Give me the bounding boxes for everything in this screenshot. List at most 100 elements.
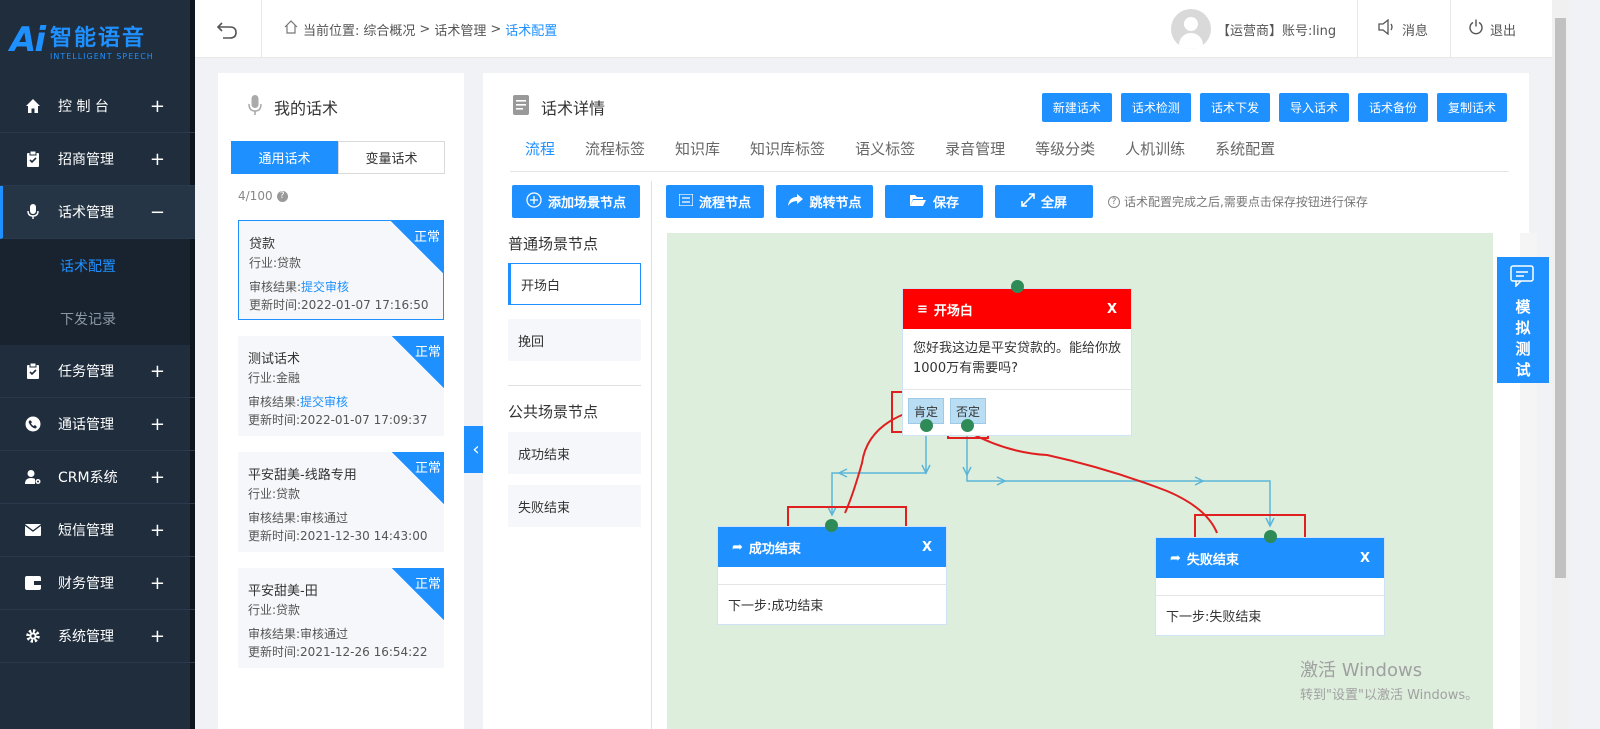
sidebar-subitem-script-config[interactable]: 话术配置	[0, 239, 195, 292]
speaker-icon	[1378, 18, 1396, 39]
script-card[interactable]: 正常 平安甜美-田 行业:贷款 审核结果:审核通过 更新时间:2021-12-2…	[238, 568, 444, 668]
breadcrumb-item[interactable]: 综合概况	[363, 20, 415, 39]
audit-link[interactable]: 提交审核	[301, 280, 349, 294]
clipboard-check-icon	[24, 362, 42, 380]
status-badge-text: 正常	[413, 230, 440, 245]
connector-dot[interactable]	[961, 419, 974, 432]
script-count: 4/100 ?	[238, 189, 288, 203]
sidebar-item-label: CRM系统	[58, 470, 118, 486]
tab-flow-tags[interactable]: 流程标签	[570, 139, 660, 171]
chat-icon	[1510, 265, 1536, 293]
panel-title-text: 话术详情	[541, 99, 606, 118]
sidebar-item-system[interactable]: 系统管理 +	[0, 610, 195, 663]
back-icon[interactable]	[215, 17, 239, 41]
simulate-test-button[interactable]: 模拟测试	[1497, 257, 1549, 383]
backup-script-button[interactable]: 话术备份	[1357, 93, 1428, 122]
sidebar-item-label: 财务管理	[58, 576, 114, 592]
sidebar-item-label: 通话管理	[58, 417, 114, 433]
sidebar-item-crm[interactable]: CRM系统 +	[0, 451, 195, 504]
script-card[interactable]: 正常 测试话术 行业:金融 审核结果:提交审核 更新时间:2022-01-07 …	[238, 336, 444, 436]
folder-open-icon	[909, 193, 927, 211]
tab-flow[interactable]: 流程	[510, 139, 570, 171]
close-icon[interactable]: X	[922, 540, 932, 555]
connector-dot[interactable]	[920, 419, 933, 432]
sidebar-item-label: 系统管理	[58, 629, 114, 645]
tab-system-config[interactable]: 系统配置	[1200, 139, 1290, 171]
flow-canvas[interactable]: ≡ 开场白 X 您好我这边是平安贷款的。能给你放1000万有需要吗? 肯定 否定 …	[667, 233, 1493, 729]
flow-node-success[interactable]: ➦ 成功结束 X 下一步:成功结束	[717, 526, 947, 625]
sidebar-item-scripts[interactable]: 话术管理 −	[0, 186, 195, 239]
script-updated: 更新时间:2022-01-07 17:16:50	[249, 298, 429, 312]
audit-label: 审核结果:	[248, 395, 301, 409]
sidebar-item-sms[interactable]: 短信管理 +	[0, 504, 195, 557]
audit-label: 审核结果:	[249, 280, 302, 294]
envelope-icon	[24, 521, 42, 539]
audit-value: 审核通过	[300, 511, 349, 525]
new-script-button[interactable]: 新建话术	[1041, 93, 1112, 122]
copy-script-button[interactable]: 复制话术	[1436, 93, 1507, 122]
expand-icon: +	[149, 95, 165, 117]
expand-icon: +	[149, 466, 165, 488]
status-badge-text: 正常	[414, 577, 441, 592]
connector-dot[interactable]	[1011, 280, 1024, 293]
sidebar-subitem-dispatch-log[interactable]: 下发记录	[0, 292, 195, 345]
scene-node-opening[interactable]: 开场白	[508, 263, 641, 305]
scene-node-retain[interactable]: 挽回	[508, 319, 641, 361]
flow-node-header[interactable]: ➦ 失败结束 X	[1156, 538, 1384, 578]
tab-knowledge-tags[interactable]: 知识库标签	[735, 139, 840, 171]
tab-semantic-tags[interactable]: 语义标签	[840, 139, 930, 171]
check-script-button[interactable]: 话术检测	[1120, 93, 1191, 122]
fullscreen-button[interactable]: 全屏	[995, 185, 1093, 218]
script-card[interactable]: 正常 平安甜美-线路专用 行业:贷款 审核结果:审核通过 更新时间:2021-1…	[238, 452, 444, 552]
top-bar: 当前位置: 综合概况 > 话术管理 > 话术配置 【运营商】账号:ling 消息…	[195, 0, 1552, 58]
connector-dot[interactable]	[825, 519, 838, 532]
tab-variable-scripts[interactable]: 变量话术	[338, 141, 445, 174]
connector-dot[interactable]	[1264, 530, 1277, 543]
chevron-left-icon: ‹	[472, 439, 480, 460]
tab-knowledge-base[interactable]: 知识库	[660, 139, 735, 171]
flow-node-fail[interactable]: ➦ 失败结束 X 下一步:失败结束	[1155, 537, 1385, 636]
share-arrow-icon: ➦	[1170, 550, 1181, 566]
breadcrumb-separator: >	[419, 21, 431, 37]
add-scene-node-button[interactable]: 添加场景节点	[512, 185, 640, 218]
scrollbar-thumb[interactable]	[1555, 18, 1566, 578]
windows-watermark: 激活 Windows 转到"设置"以激活 Windows。	[1300, 656, 1478, 703]
breadcrumb-item[interactable]: 话术管理	[434, 20, 486, 39]
sidebar-item-merchant[interactable]: 招商管理 +	[0, 133, 195, 186]
tab-general-scripts[interactable]: 通用话术	[231, 141, 338, 174]
tab-grade-classification[interactable]: 等级分类	[1020, 139, 1110, 171]
home-outline-icon[interactable]	[283, 19, 299, 39]
tab-training[interactable]: 人机训练	[1110, 139, 1200, 171]
flow-node-header[interactable]: ≡ 开场白 X	[903, 289, 1131, 329]
help-icon[interactable]: ?	[276, 190, 288, 202]
jump-node-button[interactable]: 跳转节点	[776, 185, 873, 218]
flow-node-content: 您好我这边是平安贷款的。能给你放1000万有需要吗?	[903, 329, 1131, 390]
save-button[interactable]: 保存	[885, 185, 983, 218]
user-info[interactable]: 【运营商】账号:ling	[1171, 9, 1336, 49]
tab-recordings[interactable]: 录音管理	[930, 139, 1020, 171]
audit-link[interactable]: 提交审核	[300, 395, 348, 409]
topbar-divider	[1450, 0, 1451, 58]
scene-node-fail-end[interactable]: 失败结束	[508, 485, 641, 527]
scene-node-success-end[interactable]: 成功结束	[508, 432, 641, 474]
sidebar-item-calls[interactable]: 通话管理 +	[0, 398, 195, 451]
dispatch-script-button[interactable]: 话术下发	[1199, 93, 1270, 122]
flow-node-button[interactable]: 流程节点	[666, 185, 764, 218]
sidebar-item-tasks[interactable]: 任务管理 +	[0, 345, 195, 398]
page-scrollbar[interactable]	[1552, 0, 1569, 729]
sidebar-item-label: 招商管理	[58, 152, 114, 168]
sidebar-item-dashboard[interactable]: 控 制 台 +	[0, 80, 195, 133]
flow-node-header[interactable]: ➦ 成功结束 X	[718, 527, 946, 567]
sidebar-item-finance[interactable]: 财务管理 +	[0, 557, 195, 610]
plus-circle-icon	[526, 191, 542, 212]
logout-button[interactable]: 退出	[1468, 19, 1516, 39]
logout-label: 退出	[1490, 23, 1517, 39]
messages-button[interactable]: 消息	[1378, 18, 1428, 39]
sidebar-item-label: 话术管理	[58, 205, 114, 221]
flow-node-title: 失败结束	[1186, 552, 1239, 568]
close-icon[interactable]: X	[1360, 551, 1370, 566]
my-scripts-panel: 我的话术 通用话术 变量话术 4/100 ? 正常 贷款 行业:贷款 审核结果:…	[218, 73, 464, 729]
script-card[interactable]: 正常 贷款 行业:贷款 审核结果:提交审核 更新时间:2022-01-07 17…	[238, 220, 444, 320]
import-script-button[interactable]: 导入话术	[1278, 93, 1349, 122]
close-icon[interactable]: X	[1107, 302, 1117, 317]
